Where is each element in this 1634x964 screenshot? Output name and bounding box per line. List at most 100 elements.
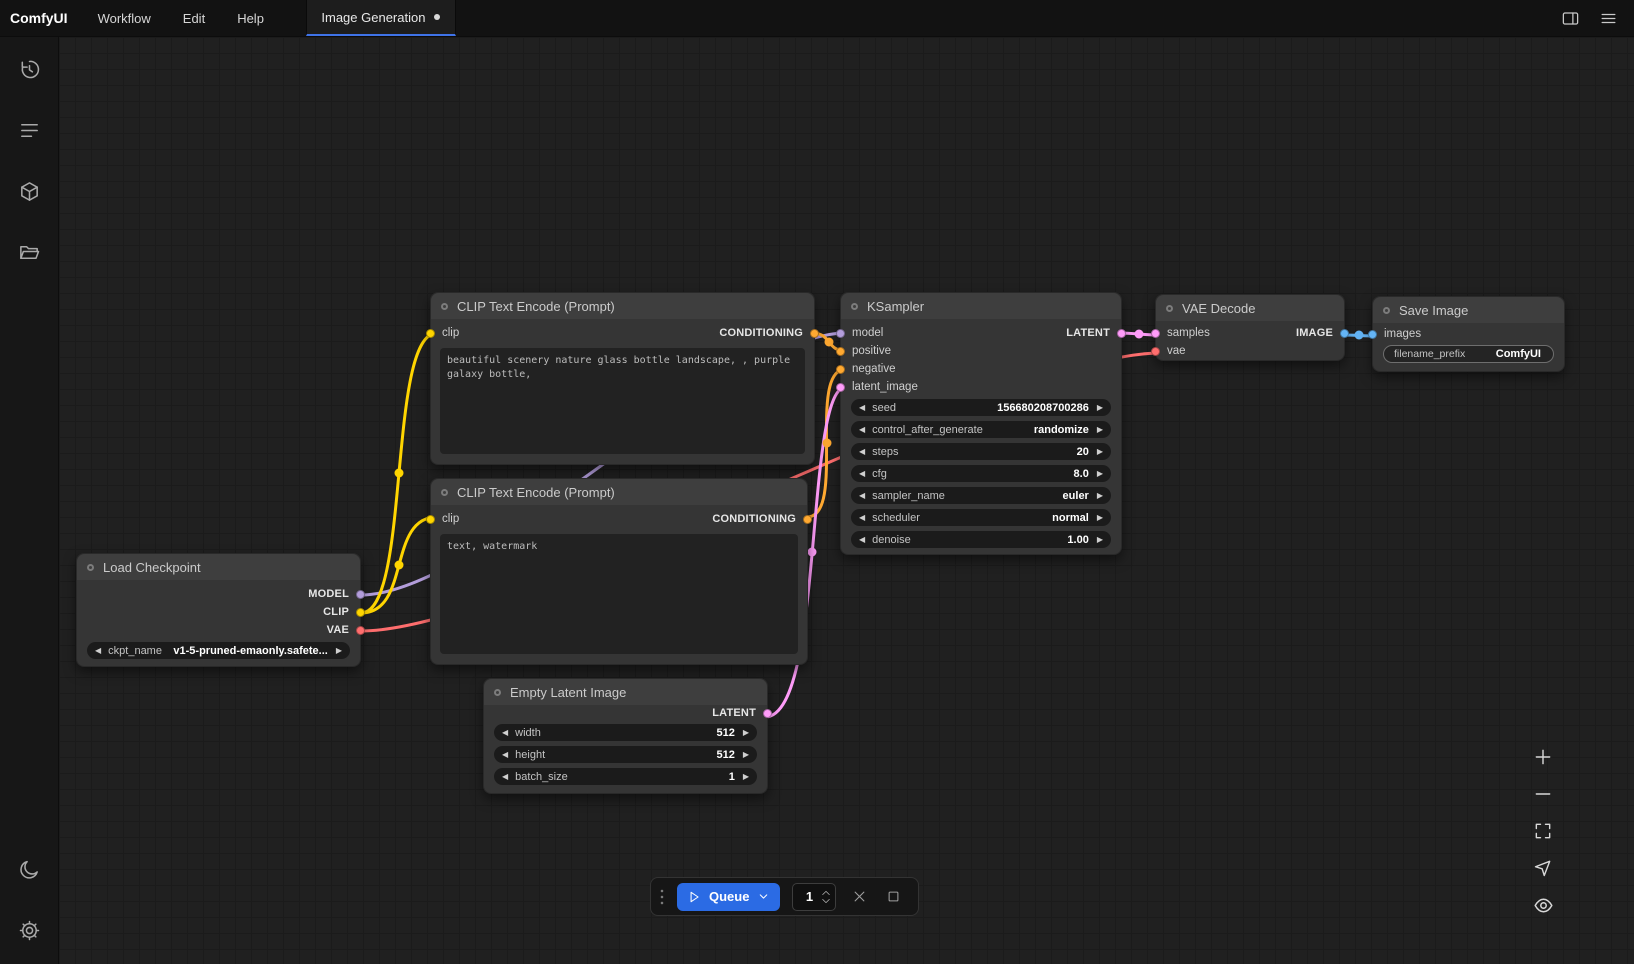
node-ksampler[interactable]: KSampler model LATENT positive negative … bbox=[840, 292, 1122, 555]
output-port-latent[interactable] bbox=[763, 709, 772, 718]
decrement-arrow-icon[interactable]: ◀ bbox=[502, 751, 508, 759]
batch-count-input[interactable]: 1 bbox=[792, 883, 836, 911]
node-vae-decode[interactable]: VAE Decode samples IMAGE vae bbox=[1155, 294, 1345, 361]
widget-steps[interactable]: ◀ steps 20 ▶ bbox=[851, 443, 1111, 460]
menu-edit[interactable]: Edit bbox=[167, 0, 221, 36]
increment-arrow-icon[interactable]: ▶ bbox=[1097, 470, 1103, 478]
drag-handle-icon[interactable] bbox=[659, 888, 665, 906]
widget-batch-size[interactable]: ◀ batch_size 1 ▶ bbox=[494, 768, 757, 785]
prompt-textarea[interactable]: beautiful scenery nature glass bottle la… bbox=[440, 348, 805, 454]
select-mode-icon[interactable] bbox=[1532, 857, 1554, 879]
collapse-dot-icon[interactable] bbox=[851, 303, 858, 310]
collapse-dot-icon[interactable] bbox=[1383, 307, 1390, 314]
output-port-conditioning[interactable] bbox=[810, 329, 819, 338]
decrement-arrow-icon[interactable]: ◀ bbox=[859, 492, 865, 500]
node-empty-latent-image[interactable]: Empty Latent Image LATENT ◀ width 512 ▶ … bbox=[483, 678, 768, 794]
collapse-dot-icon[interactable] bbox=[1166, 305, 1173, 312]
chevron-down-icon[interactable] bbox=[757, 890, 770, 903]
input-port-images[interactable] bbox=[1368, 330, 1377, 339]
increment-arrow-icon[interactable]: ▶ bbox=[1097, 426, 1103, 434]
increment-arrow-icon[interactable]: ▶ bbox=[1097, 404, 1103, 412]
output-port-clip[interactable] bbox=[356, 608, 365, 617]
increment-arrow-icon[interactable]: ▶ bbox=[1097, 492, 1103, 500]
increment-arrow-icon[interactable]: ▶ bbox=[1097, 514, 1103, 522]
node-header[interactable]: VAE Decode bbox=[1156, 295, 1344, 321]
workflows-folder-icon[interactable] bbox=[9, 232, 49, 272]
output-port-vae[interactable] bbox=[356, 626, 365, 635]
menu-help[interactable]: Help bbox=[221, 0, 280, 36]
menu-workflow[interactable]: Workflow bbox=[82, 0, 167, 36]
queue-button[interactable]: Queue bbox=[677, 883, 780, 911]
node-save-image[interactable]: Save Image images filename_prefix ComfyU… bbox=[1372, 296, 1565, 372]
input-port-vae[interactable] bbox=[1151, 347, 1160, 356]
collapse-dot-icon[interactable] bbox=[87, 564, 94, 571]
node-header[interactable]: Load Checkpoint bbox=[77, 554, 360, 580]
stop-icon[interactable] bbox=[882, 886, 904, 908]
decrement-arrow-icon[interactable]: ◀ bbox=[95, 647, 101, 655]
widget-denoise[interactable]: ◀ denoise 1.00 ▶ bbox=[851, 531, 1111, 548]
zoom-out-icon[interactable] bbox=[1532, 783, 1554, 805]
theme-moon-icon[interactable] bbox=[9, 849, 49, 889]
widget-cfg[interactable]: ◀ cfg 8.0 ▶ bbox=[851, 465, 1111, 482]
decrement-arrow-icon[interactable]: ◀ bbox=[502, 773, 508, 781]
node-header[interactable]: Save Image bbox=[1373, 297, 1564, 323]
output-port-image[interactable] bbox=[1340, 329, 1349, 338]
increment-arrow-icon[interactable]: ▶ bbox=[743, 773, 749, 781]
step-down-icon[interactable] bbox=[821, 898, 831, 904]
collapse-dot-icon[interactable] bbox=[494, 689, 501, 696]
node-header[interactable]: KSampler bbox=[841, 293, 1121, 319]
toggle-link-visibility-icon[interactable] bbox=[1532, 894, 1554, 916]
collapse-dot-icon[interactable] bbox=[441, 303, 448, 310]
widget-height[interactable]: ◀ height 512 ▶ bbox=[494, 746, 757, 763]
node-clip-text-encode-positive[interactable]: CLIP Text Encode (Prompt) clip CONDITION… bbox=[430, 292, 815, 465]
widget-scheduler[interactable]: ◀ scheduler normal ▶ bbox=[851, 509, 1111, 526]
fit-view-icon[interactable] bbox=[1532, 820, 1554, 842]
node-header[interactable]: CLIP Text Encode (Prompt) bbox=[431, 293, 814, 319]
decrement-arrow-icon[interactable]: ◀ bbox=[859, 470, 865, 478]
decrement-arrow-icon[interactable]: ◀ bbox=[502, 729, 508, 737]
decrement-arrow-icon[interactable]: ◀ bbox=[859, 426, 865, 434]
widget-ckpt-name[interactable]: ◀ ckpt_name v1-5-pruned-emaonly.safete..… bbox=[87, 642, 350, 659]
node-header[interactable]: Empty Latent Image bbox=[484, 679, 767, 705]
increment-arrow-icon[interactable]: ▶ bbox=[743, 729, 749, 737]
decrement-arrow-icon[interactable]: ◀ bbox=[859, 514, 865, 522]
node-load-checkpoint[interactable]: Load Checkpoint MODEL CLIP VAE ◀ ckpt_na… bbox=[76, 553, 361, 667]
output-port-latent[interactable] bbox=[1117, 329, 1126, 338]
batch-count-stepper[interactable] bbox=[821, 890, 831, 904]
input-port-model[interactable] bbox=[836, 329, 845, 338]
settings-gear-icon[interactable] bbox=[9, 910, 49, 950]
graph-canvas[interactable]: CLIP Text Encode (Prompt) clip CONDITION… bbox=[59, 37, 1634, 964]
increment-arrow-icon[interactable]: ▶ bbox=[743, 751, 749, 759]
collapse-dot-icon[interactable] bbox=[441, 489, 448, 496]
increment-arrow-icon[interactable]: ▶ bbox=[336, 647, 342, 655]
tab-image-generation[interactable]: Image Generation bbox=[306, 0, 456, 36]
widget-filename-prefix[interactable]: filename_prefix ComfyUI bbox=[1383, 345, 1554, 363]
queue-history-icon[interactable] bbox=[9, 49, 49, 89]
widget-control-after-generate[interactable]: ◀ control_after_generate randomize ▶ bbox=[851, 421, 1111, 438]
prompt-textarea[interactable]: text, watermark bbox=[440, 534, 798, 654]
widget-seed[interactable]: ◀ seed 156680208700286 ▶ bbox=[851, 399, 1111, 416]
model-library-icon[interactable] bbox=[9, 171, 49, 211]
node-clip-text-encode-negative[interactable]: CLIP Text Encode (Prompt) clip CONDITION… bbox=[430, 478, 808, 665]
panel-toggle-icon[interactable] bbox=[1558, 6, 1582, 30]
node-header[interactable]: CLIP Text Encode (Prompt) bbox=[431, 479, 807, 505]
clear-queue-icon[interactable] bbox=[848, 886, 870, 908]
output-port-model[interactable] bbox=[356, 590, 365, 599]
increment-arrow-icon[interactable]: ▶ bbox=[1097, 536, 1103, 544]
decrement-arrow-icon[interactable]: ◀ bbox=[859, 404, 865, 412]
zoom-in-icon[interactable] bbox=[1532, 746, 1554, 768]
decrement-arrow-icon[interactable]: ◀ bbox=[859, 536, 865, 544]
input-port-clip[interactable] bbox=[426, 329, 435, 338]
input-port-negative[interactable] bbox=[836, 365, 845, 374]
decrement-arrow-icon[interactable]: ◀ bbox=[859, 448, 865, 456]
step-up-icon[interactable] bbox=[821, 890, 831, 896]
hamburger-menu-icon[interactable] bbox=[1596, 6, 1620, 30]
increment-arrow-icon[interactable]: ▶ bbox=[1097, 448, 1103, 456]
output-port-conditioning[interactable] bbox=[803, 515, 812, 524]
input-port-clip[interactable] bbox=[426, 515, 435, 524]
input-port-latent-image[interactable] bbox=[836, 383, 845, 392]
input-port-positive[interactable] bbox=[836, 347, 845, 356]
node-library-icon[interactable] bbox=[9, 110, 49, 150]
input-port-samples[interactable] bbox=[1151, 329, 1160, 338]
widget-width[interactable]: ◀ width 512 ▶ bbox=[494, 724, 757, 741]
